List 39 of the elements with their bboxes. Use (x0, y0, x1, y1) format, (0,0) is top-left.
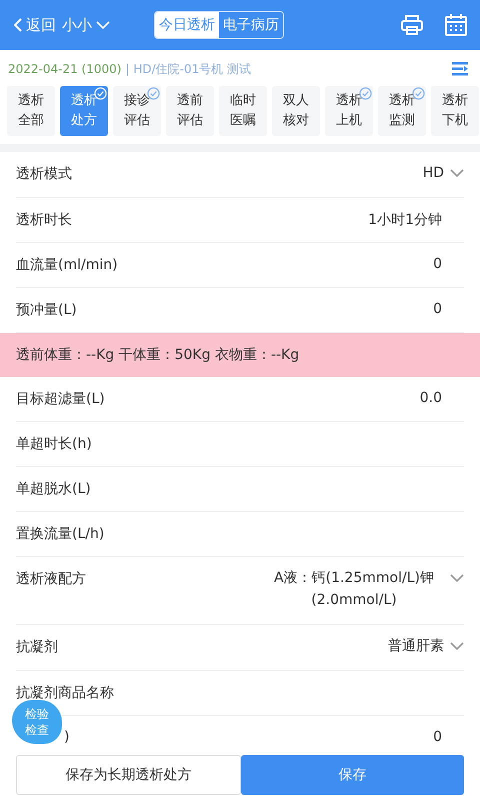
printer-icon[interactable] (400, 13, 424, 37)
save-template-button[interactable]: 保存为长期透析处方 (16, 755, 241, 795)
step-tab[interactable]: 透前 评估 (166, 86, 214, 136)
field-value: 0 (433, 729, 442, 745)
step-tab[interactable]: 临时 医嘱 (219, 86, 267, 136)
select-field[interactable]: 普通肝素 (388, 638, 464, 657)
session-date: 2022-04-21 (1000) (8, 62, 122, 76)
step-tab[interactable]: 透析 全部 (7, 86, 55, 136)
chevron-down-icon (450, 169, 464, 177)
field-label: 单超脱水(L) (16, 480, 91, 498)
field-label: 透析模式 (16, 165, 72, 183)
calendar-icon[interactable] (444, 13, 468, 37)
field-label: 置换流量(L/h) (16, 525, 104, 543)
field-value: 0 (433, 301, 442, 317)
step-tab[interactable]: 透析 下机 (431, 86, 479, 136)
chevron-down-icon (450, 642, 464, 650)
field-label: ) (64, 729, 70, 745)
field-label: 单超时长(h) (16, 435, 92, 453)
chevron-down-icon (450, 574, 464, 582)
field-label: 透析时长 (16, 211, 72, 229)
field-label: 预冲量(L) (16, 301, 77, 319)
step-tab[interactable]: 透析 上机 (325, 86, 373, 136)
weight-banner: 透前体重：--Kg 干体重：50Kg 衣物重：--Kg (0, 333, 480, 377)
chevron-down-icon (96, 21, 110, 29)
select-field[interactable]: A液：钙(1.25mmol/L)钾(2.0mmol/L) (264, 570, 464, 611)
field-value: 1小时1分钟 (368, 211, 442, 229)
select-field[interactable]: HD (422, 165, 464, 184)
step-tab[interactable]: 双人 核对 (272, 86, 320, 136)
session-detail: | HD/住院-01号机 测试 (125, 60, 252, 78)
field-label: 血流量(ml/min) (16, 256, 118, 274)
step-tab[interactable]: 透析 监测 (378, 86, 426, 136)
menu-icon[interactable] (452, 62, 468, 76)
field-value: 0 (433, 256, 442, 272)
field-label: 抗凝剂 (16, 638, 58, 656)
field-label: 目标超滤量(L) (16, 390, 105, 408)
field-label: 透析液配方 (16, 570, 86, 588)
field-label: 抗凝剂商品名称 (16, 684, 114, 702)
step-tab[interactable]: 接诊 评估 (113, 86, 161, 136)
field-value: 0.0 (420, 390, 442, 406)
